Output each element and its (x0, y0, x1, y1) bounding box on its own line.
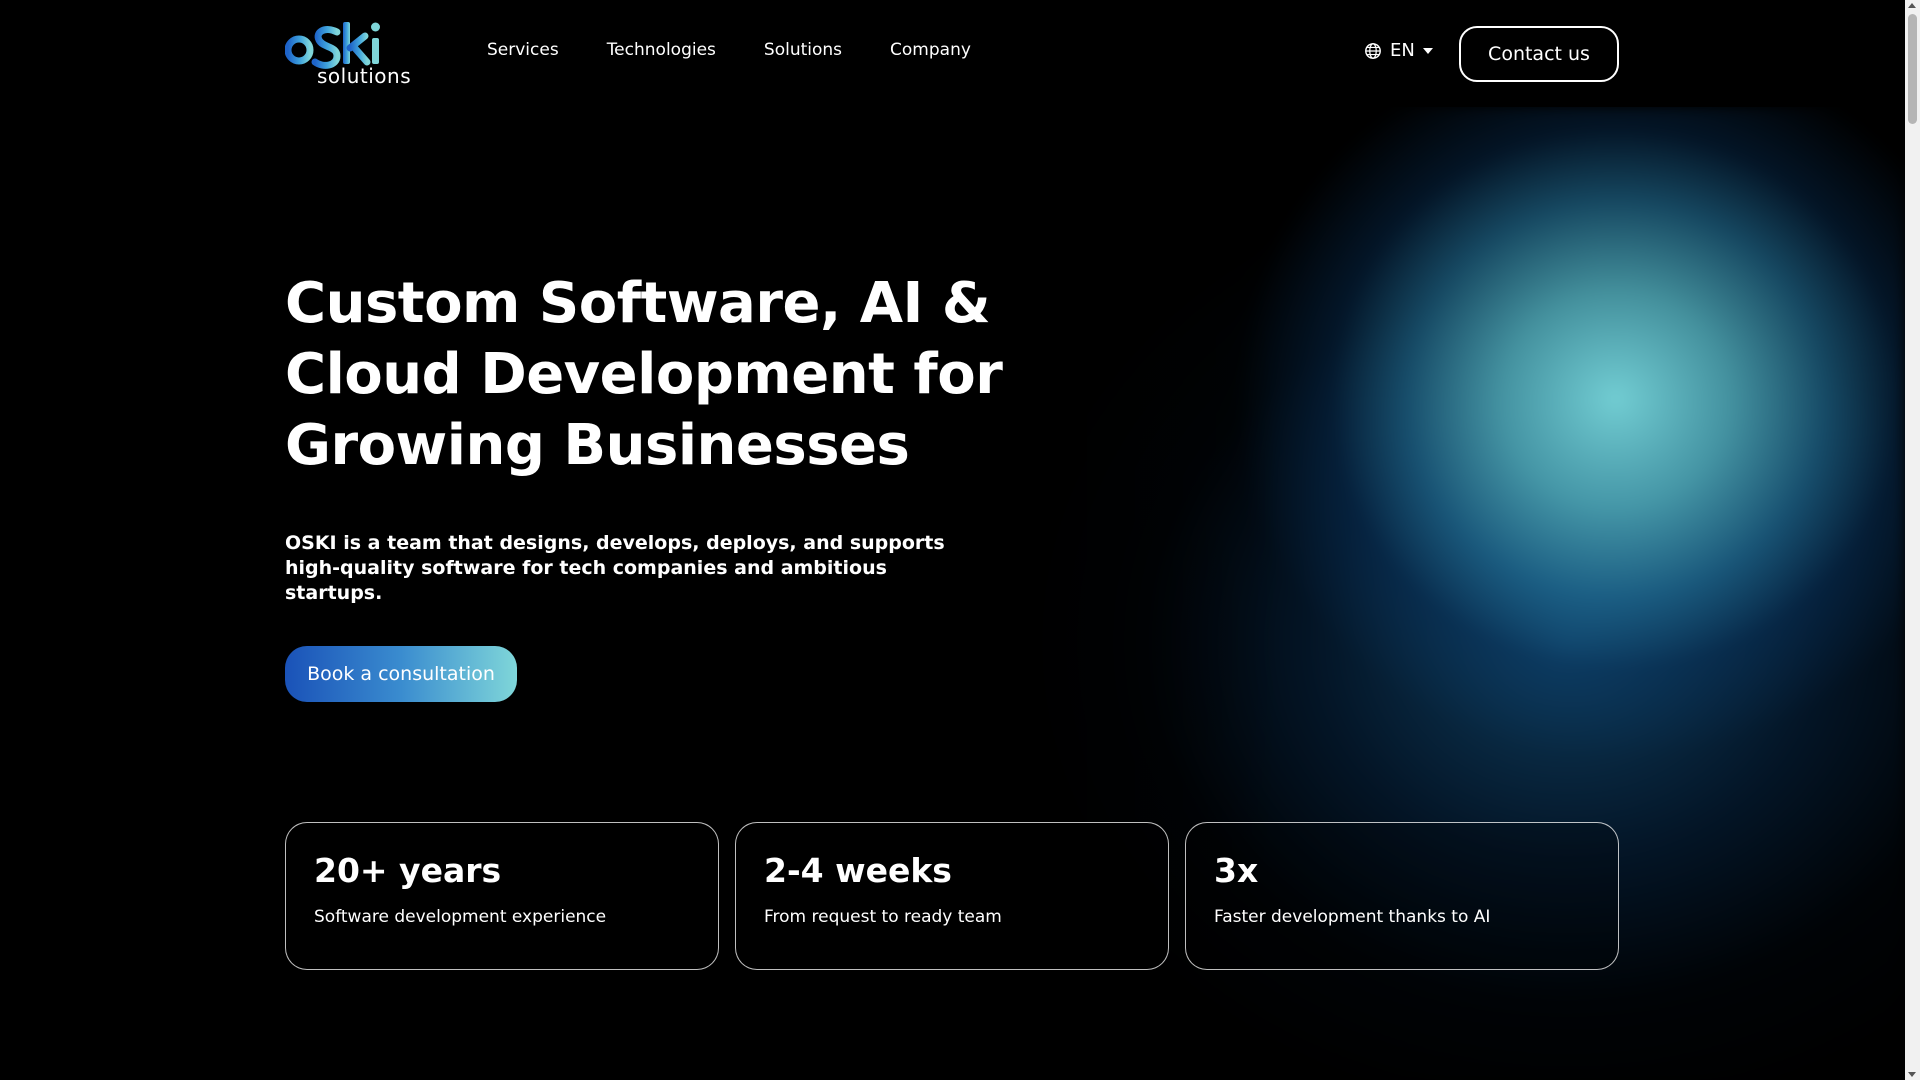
stat-value: 2-4 weeks (764, 851, 952, 890)
scroll-up-arrow-icon[interactable] (1908, 3, 1916, 8)
stat-card-experience: 20+ years Software development experienc… (285, 822, 719, 970)
nav-item-technologies[interactable]: Technologies (607, 40, 716, 60)
hero-title: Custom Software, AI & Cloud Development … (285, 271, 1003, 478)
nav-item-services[interactable]: Services (487, 40, 559, 60)
caret-down-icon (1422, 47, 1433, 54)
book-consultation-button[interactable]: Book a consultation (285, 646, 517, 702)
stats-row: 20+ years Software development experienc… (285, 822, 1619, 970)
language-label: EN (1390, 40, 1415, 61)
stat-card-team-ready: 2-4 weeks From request to ready team (735, 822, 1169, 970)
nav-item-solutions[interactable]: Solutions (764, 40, 842, 60)
globe-icon (1365, 42, 1381, 59)
hero-description: OSKI is a team that designs, develops, d… (285, 532, 945, 604)
page: solutions Services Technologies Solution… (0, 0, 1905, 1080)
contact-us-button[interactable]: Contact us (1459, 26, 1619, 82)
scroll-thumb[interactable] (1908, 14, 1917, 124)
stat-value: 20+ years (314, 851, 502, 890)
logo-subtext: solutions (317, 64, 412, 88)
stat-label: Faster development thanks to AI (1214, 907, 1491, 927)
scroll-down-arrow-icon[interactable] (1908, 1072, 1916, 1077)
page-scrollbar[interactable] (1905, 0, 1920, 1080)
language-selector[interactable]: EN (1364, 40, 1433, 61)
logo-mark-icon (285, 22, 380, 69)
nav-item-company[interactable]: Company (890, 40, 971, 60)
hero-section: Custom Software, AI & Cloud Development … (285, 268, 1045, 702)
stat-label: From request to ready team (764, 907, 1002, 927)
stat-value: 3x (1214, 851, 1259, 890)
site-header: solutions Services Technologies Solution… (0, 0, 1905, 107)
stat-label: Software development experience (314, 907, 607, 927)
main-nav: Services Technologies Solutions Company (487, 40, 971, 60)
stat-card-ai-speed: 3x Faster development thanks to AI (1185, 822, 1619, 970)
site-logo[interactable]: solutions (285, 18, 420, 90)
